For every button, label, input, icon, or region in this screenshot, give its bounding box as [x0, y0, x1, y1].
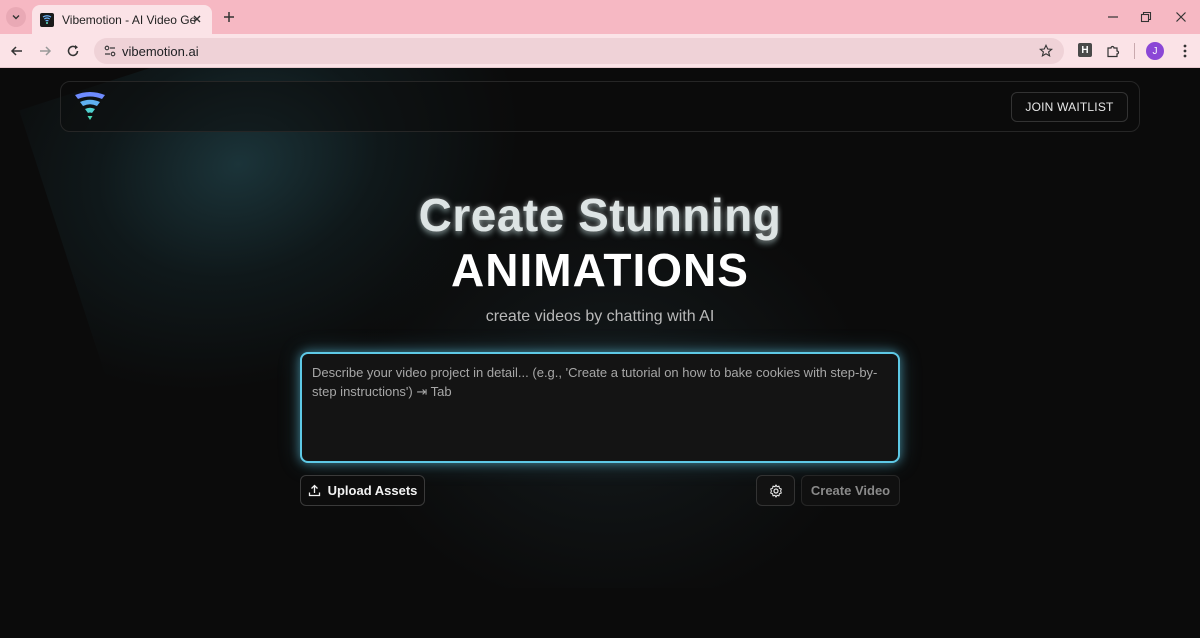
browser-menu-button[interactable] — [1176, 42, 1194, 60]
restore-window-button[interactable] — [1137, 8, 1155, 26]
gear-icon — [769, 483, 782, 498]
hero-subtitle: create videos by chatting with AI — [485, 308, 715, 325]
tab-search-button[interactable] — [6, 7, 26, 27]
vibemotion-logo-icon[interactable] — [73, 91, 107, 123]
bookmark-star-icon[interactable] — [1038, 43, 1054, 59]
upload-assets-label: Upload Assets — [327, 483, 418, 498]
new-tab-button[interactable] — [220, 8, 238, 26]
join-waitlist-button[interactable]: JOIN WAITLIST — [1011, 92, 1128, 122]
reload-icon — [67, 45, 79, 57]
settings-button[interactable] — [756, 475, 795, 506]
reload-button[interactable] — [64, 42, 82, 60]
more-vertical-icon — [1183, 44, 1187, 58]
hero-title-line1: Create Stunning — [418, 189, 782, 241]
upload-icon — [308, 484, 320, 497]
minimize-icon — [1108, 16, 1118, 18]
video-prompt-input[interactable] — [302, 354, 898, 461]
restore-icon — [1140, 11, 1152, 23]
extension-h-icon[interactable]: H — [1078, 43, 1092, 57]
hero-title-line2: ANIMATIONS — [451, 244, 749, 296]
arrow-left-icon — [10, 46, 22, 56]
profile-avatar[interactable]: J — [1146, 42, 1164, 60]
browser-tabbar: Vibemotion - AI Video Generato — [0, 0, 1200, 34]
upload-assets-button[interactable]: Upload Assets — [300, 475, 425, 506]
browser-toolbar: vibemotion.ai H J — [0, 34, 1200, 68]
forward-button[interactable] — [36, 42, 54, 60]
close-icon — [1176, 12, 1186, 22]
site-navbar: JOIN WAITLIST — [60, 81, 1140, 132]
favicon-icon — [40, 12, 54, 27]
close-tab-icon[interactable] — [190, 12, 204, 26]
extensions-puzzle-icon[interactable] — [1104, 42, 1122, 60]
prompt-container — [300, 352, 900, 463]
toolbar-divider — [1134, 43, 1135, 59]
chevron-down-icon — [12, 15, 20, 20]
back-button[interactable] — [8, 42, 26, 60]
minimize-window-button[interactable] — [1104, 8, 1122, 26]
page-viewport: JOIN WAITLIST Create Stunning ANIMATIONS… — [0, 68, 1200, 638]
plus-icon — [224, 12, 234, 22]
close-window-button[interactable] — [1172, 8, 1190, 26]
create-video-button[interactable]: Create Video — [801, 475, 900, 506]
site-settings-icon[interactable] — [102, 43, 118, 59]
url-text: vibemotion.ai — [122, 44, 199, 59]
tab-title: Vibemotion - AI Video Generato — [62, 12, 197, 27]
arrow-right-icon — [40, 46, 52, 56]
browser-tab-active[interactable]: Vibemotion - AI Video Generato — [32, 5, 212, 34]
address-bar[interactable]: vibemotion.ai — [94, 38, 1064, 64]
